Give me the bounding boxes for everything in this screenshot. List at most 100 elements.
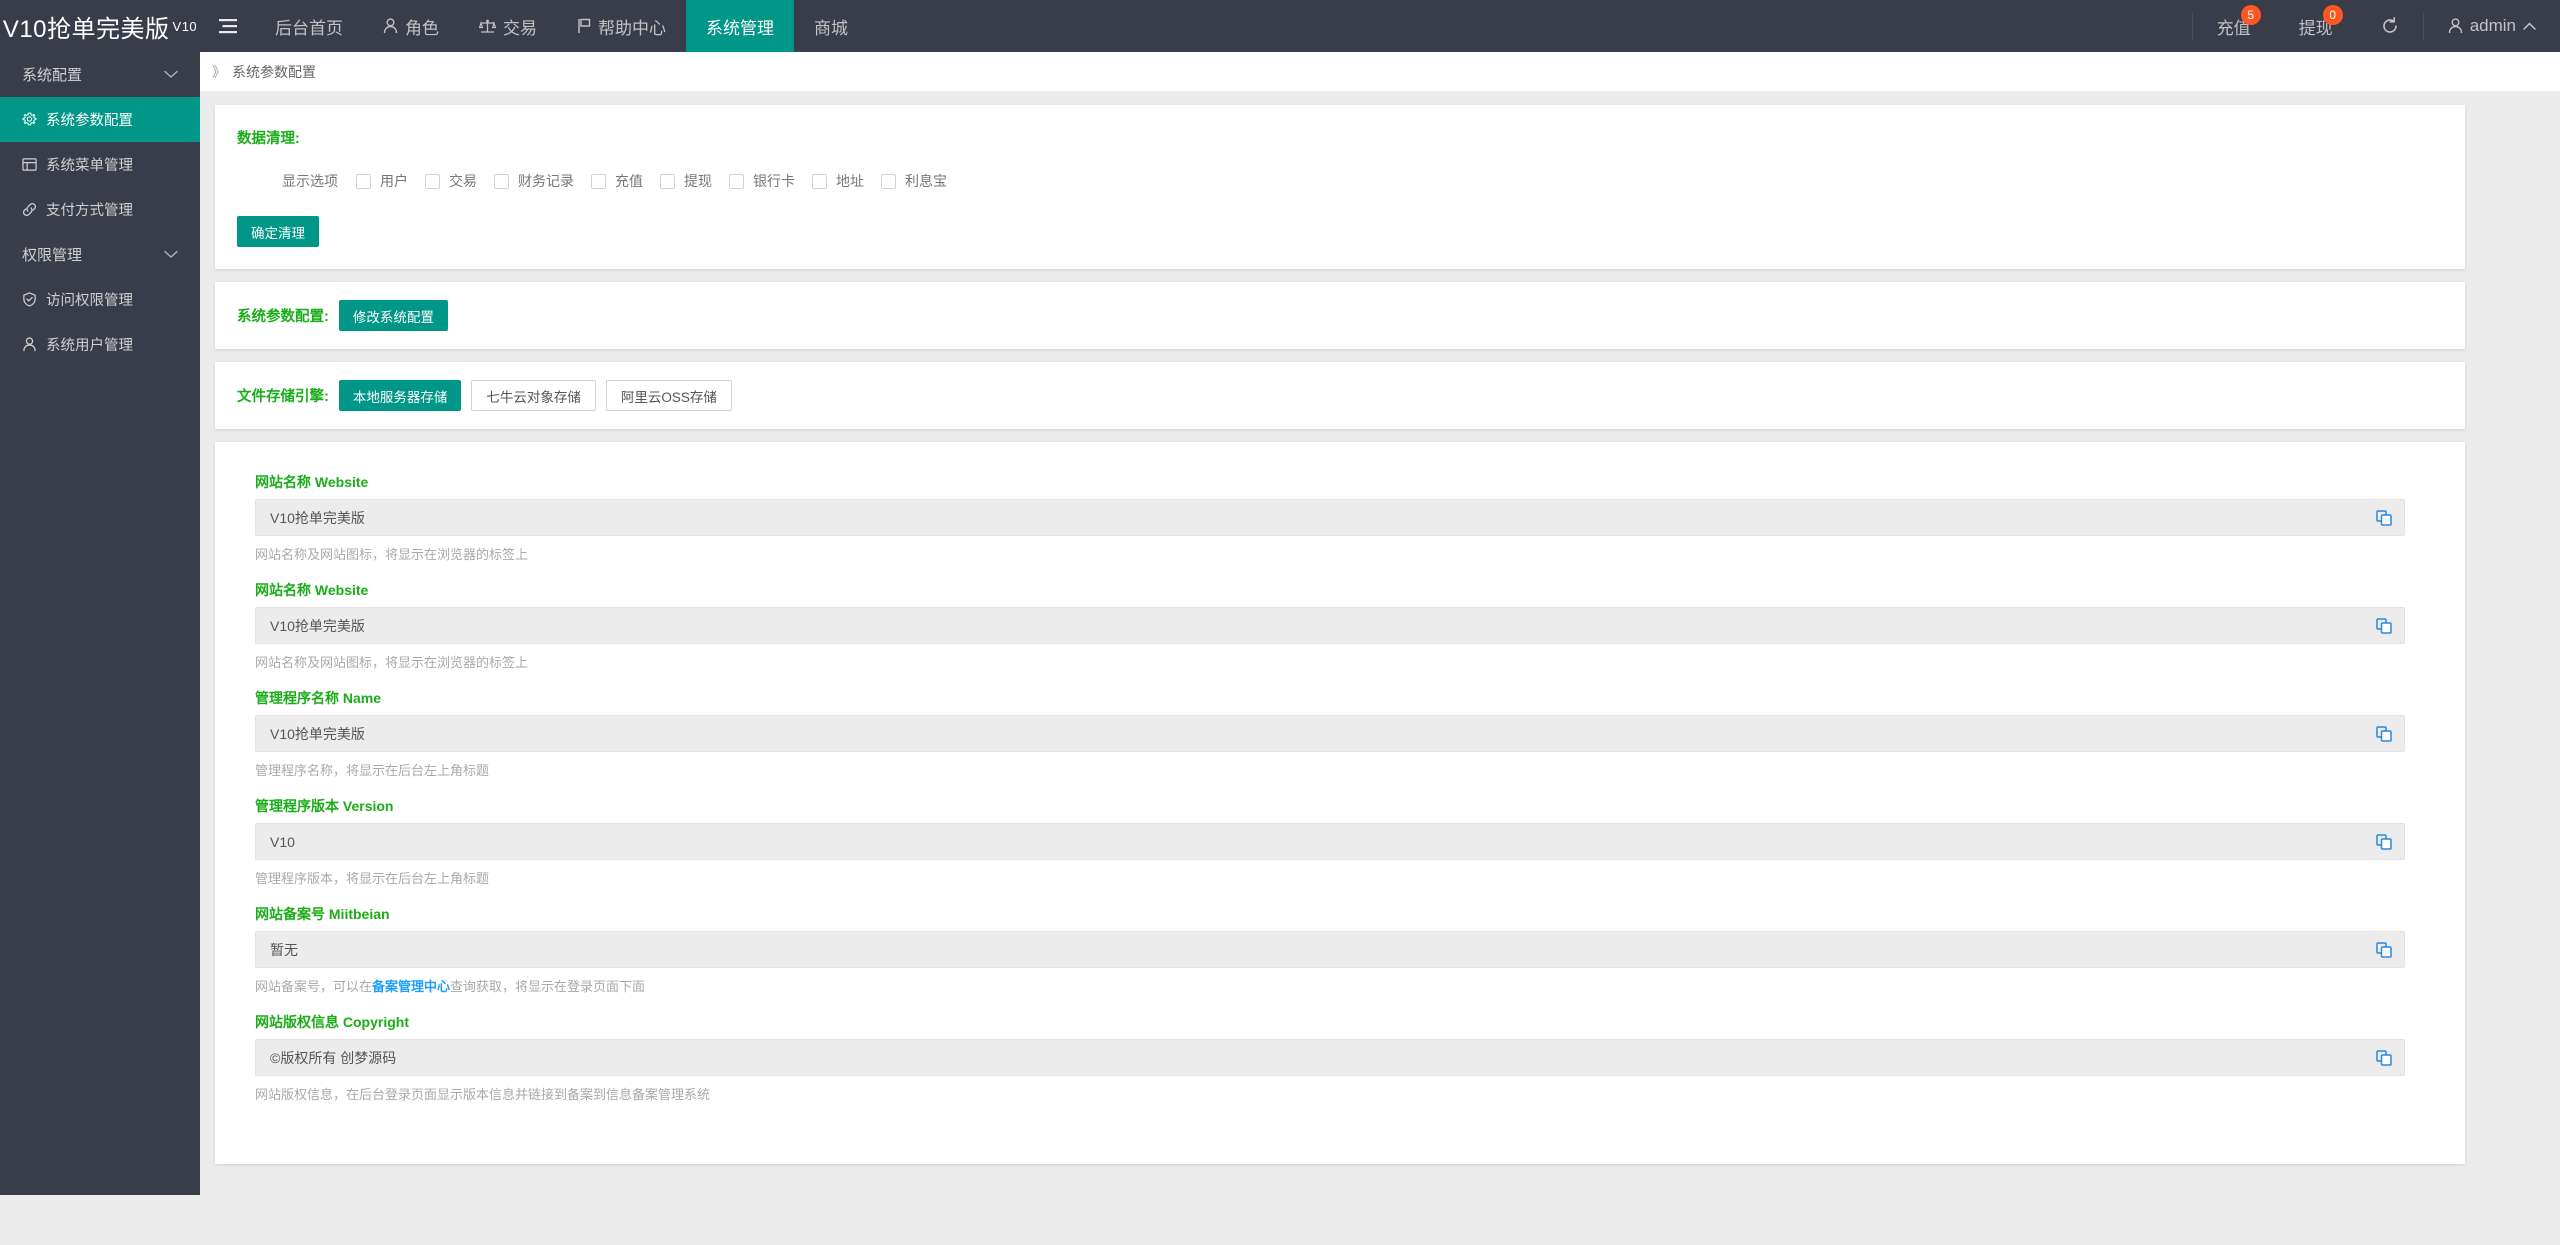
sidebar-group-label: 系统配置 [22, 64, 82, 85]
field-hint-text: 管理程序名称，将显示在后台左上角标题 [255, 763, 489, 778]
menu-toggle-button[interactable] [200, 0, 255, 52]
sidebar-group-system-config[interactable]: 系统配置 [0, 52, 200, 97]
website-name-input-1[interactable] [255, 499, 2405, 536]
field-website-name-1: 网站名称 Website 网站名称及网站图标，将显示在浏览器的标签上 [255, 472, 2405, 563]
sidebar-item-system-menu[interactable]: 系统菜单管理 [0, 142, 200, 187]
recharge-badge: 5 [2241, 5, 2261, 25]
field-hint-text: 网站名称及网站图标，将显示在浏览器的标签上 [255, 655, 528, 670]
sidebar-item-system-params[interactable]: 系统参数配置 [0, 97, 200, 142]
data-cleanup-title: 数据清理: [237, 127, 2465, 148]
field-hint-text: 网站名称及网站图标，将显示在浏览器的标签上 [255, 547, 528, 562]
nav-item-label: 商城 [814, 14, 848, 39]
sidebar-group-permissions[interactable]: 权限管理 [0, 232, 200, 277]
checkbox-box[interactable] [591, 174, 606, 189]
confirm-cleanup-button[interactable]: 确定清理 [237, 216, 319, 247]
checkbox-box[interactable] [356, 174, 371, 189]
checkbox-box[interactable] [812, 174, 827, 189]
nav-item-withdraw[interactable]: 0 提现 [2275, 0, 2357, 52]
brand-logo[interactable]: V10抢单完美版V10 [0, 0, 200, 52]
field-hint-text: 网站备案号，可以在 [255, 979, 372, 994]
checkbox-finance-records[interactable]: 财务记录 [494, 171, 574, 191]
website-name-input-2[interactable] [255, 607, 2405, 644]
copy-icon[interactable] [2376, 510, 2392, 526]
checkbox-box[interactable] [425, 174, 440, 189]
sidebar-item-label: 系统参数配置 [46, 109, 133, 130]
nav-item-role[interactable]: 角色 [363, 0, 459, 52]
field-website-name-2: 网站名称 Website 网站名称及网站图标，将显示在浏览器的标签上 [255, 580, 2405, 671]
checkbox-box[interactable] [494, 174, 509, 189]
breadcrumb: 》 系统参数配置 [200, 52, 2560, 92]
beian-center-link[interactable]: 备案管理中心 [372, 979, 450, 994]
top-header: V10抢单完美版V10 后台首页 角色 [0, 0, 2560, 52]
nav-item-label: 后台首页 [275, 14, 343, 39]
nav-item-label: 角色 [405, 14, 439, 39]
sidebar-item-label: 系统用户管理 [46, 334, 133, 355]
checkbox-user[interactable]: 用户 [356, 171, 408, 191]
shield-check-icon [22, 292, 37, 307]
nav-item-label: 系统管理 [706, 14, 774, 39]
storage-option-aliyun-oss[interactable]: 阿里云OSS存储 [606, 380, 732, 411]
refresh-button[interactable] [2357, 0, 2423, 52]
admin-version-input[interactable] [255, 823, 2405, 860]
brand-version: V10 [173, 19, 198, 34]
checkbox-recharge[interactable]: 充值 [591, 171, 643, 191]
field-label: 管理程序名称 Name [255, 688, 2405, 708]
scale-icon [479, 18, 496, 34]
copy-icon[interactable] [2376, 942, 2392, 958]
field-label: 网站版权信息 Copyright [255, 1012, 2405, 1032]
system-params-card: 系统参数配置: 修改系统配置 [215, 282, 2465, 349]
checkbox-box[interactable] [881, 174, 896, 189]
sidebar-item-label: 系统菜单管理 [46, 154, 133, 175]
user-menu[interactable]: admin [2424, 0, 2560, 52]
withdraw-badge: 0 [2323, 5, 2343, 25]
data-cleanup-actions: 确定清理 [237, 216, 2465, 247]
field-hint: 管理程序版本，将显示在后台左上角标题 [255, 868, 2405, 887]
nav-item-recharge[interactable]: 5 充值 [2193, 0, 2275, 52]
sidebar-item-system-users[interactable]: 系统用户管理 [0, 322, 200, 367]
storage-option-local[interactable]: 本地服务器存储 [339, 380, 462, 411]
chevron-up-icon [2523, 22, 2536, 31]
checkbox-lixibao[interactable]: 利息宝 [881, 171, 947, 191]
checkbox-bank-card[interactable]: 银行卡 [729, 171, 795, 191]
checkbox-label: 利息宝 [905, 171, 947, 191]
breadcrumb-current: 系统参数配置 [232, 62, 316, 82]
top-nav-right: 5 充值 0 提现 admin [2192, 0, 2560, 52]
top-nav: 后台首页 角色 交易 帮助中心 系统 [200, 0, 868, 52]
gear-icon [22, 112, 37, 127]
checkbox-label: 交易 [449, 171, 477, 191]
copy-icon[interactable] [2376, 726, 2392, 742]
storage-option-qiniu[interactable]: 七牛云对象存储 [471, 380, 596, 411]
copyright-input[interactable] [255, 1039, 2405, 1076]
field-hint-text-post: 查询获取，将显示在登录页面下面 [450, 979, 645, 994]
copy-icon[interactable] [2376, 618, 2392, 634]
miitbeian-input[interactable] [255, 931, 2405, 968]
modify-system-config-button[interactable]: 修改系统配置 [339, 300, 448, 331]
refresh-icon [2381, 17, 2399, 35]
nav-item-label: 帮助中心 [598, 14, 666, 39]
admin-name-input[interactable] [255, 715, 2405, 752]
field-label: 网站名称 Website [255, 472, 2405, 492]
checkbox-label: 用户 [380, 171, 408, 191]
nav-item-system-management[interactable]: 系统管理 [686, 0, 794, 52]
display-options-label: 显示选项 [282, 171, 338, 191]
checkbox-box[interactable] [660, 174, 675, 189]
checkbox-trade[interactable]: 交易 [425, 171, 477, 191]
field-hint: 网站名称及网站图标，将显示在浏览器的标签上 [255, 652, 2405, 671]
nav-item-shop[interactable]: 商城 [794, 0, 868, 52]
sidebar-item-access-permissions[interactable]: 访问权限管理 [0, 277, 200, 322]
nav-item-trade[interactable]: 交易 [459, 0, 557, 52]
copy-icon[interactable] [2376, 834, 2392, 850]
nav-item-help[interactable]: 帮助中心 [557, 0, 686, 52]
user-name-label: admin [2470, 16, 2516, 36]
checkbox-address[interactable]: 地址 [812, 171, 864, 191]
user-icon [22, 337, 37, 352]
copy-icon[interactable] [2376, 1050, 2392, 1066]
checkbox-box[interactable] [729, 174, 744, 189]
chevron-down-icon [164, 250, 178, 259]
chevron-down-icon [164, 70, 178, 79]
field-label: 网站备案号 Miitbeian [255, 904, 2405, 924]
sidebar-item-payment-methods[interactable]: 支付方式管理 [0, 187, 200, 232]
settings-form: 网站名称 Website 网站名称及网站图标，将显示在浏览器的标签上 网站名称 … [237, 472, 2465, 1103]
nav-item-home[interactable]: 后台首页 [255, 0, 363, 52]
checkbox-withdraw[interactable]: 提现 [660, 171, 712, 191]
